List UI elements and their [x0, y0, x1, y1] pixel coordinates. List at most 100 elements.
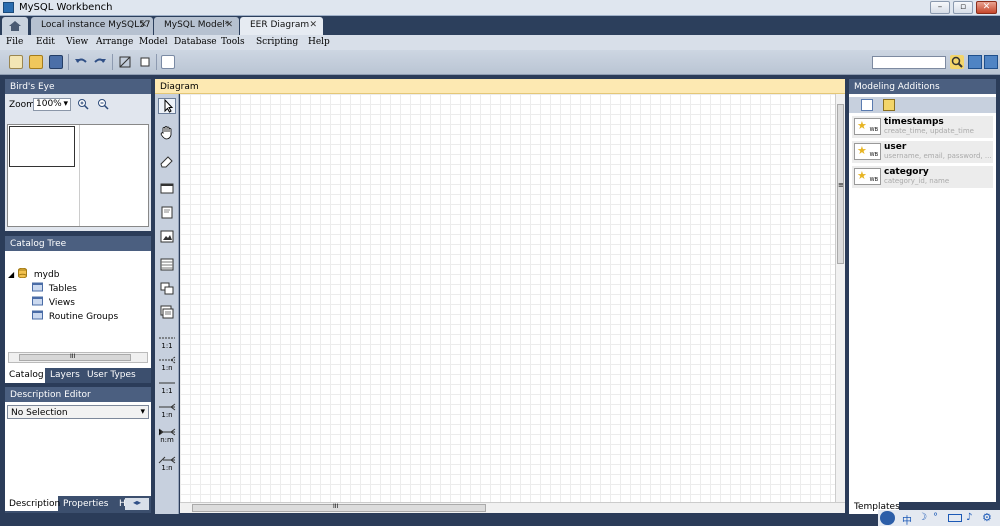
layer-tool-icon[interactable]	[158, 180, 176, 196]
pointer-tool-icon[interactable]	[158, 98, 176, 114]
star-icon: ★ WB	[854, 168, 881, 185]
zoom-select[interactable]: 100% ▾	[33, 98, 71, 111]
view-tool-icon[interactable]	[158, 280, 176, 296]
routines-folder-icon	[32, 310, 43, 320]
description-editor-header: Description Editor	[5, 387, 151, 402]
toggle-sidebar-right-icon[interactable]	[984, 55, 998, 69]
new-document-icon[interactable]	[9, 55, 23, 69]
tab-history[interactable]: H	[115, 496, 126, 511]
catalog-tree-header: Catalog Tree	[5, 236, 151, 251]
close-button[interactable]: ✕	[976, 1, 997, 14]
microphone-icon[interactable]: ♪	[966, 512, 972, 523]
zoom-out-icon[interactable]	[97, 98, 109, 110]
punctuation-icon[interactable]: ☽	[918, 512, 927, 523]
relationship-label: 1:1	[161, 387, 173, 395]
chevron-down-icon: ▾	[63, 99, 68, 109]
toggle-sidebar-left-icon[interactable]	[968, 55, 982, 69]
tree-item-routine-groups[interactable]: Routine Groups	[32, 310, 118, 322]
tab-scroll-arrows-icon[interactable]: ◂▸	[125, 498, 149, 510]
open-folder-icon[interactable]	[29, 55, 43, 69]
menu-file[interactable]: File	[6, 37, 23, 47]
redo-icon[interactable]	[93, 55, 107, 69]
diagram-vertical-scrollbar[interactable]: ≡	[835, 94, 845, 502]
tab-catalog[interactable]: Catalog	[5, 368, 45, 383]
close-icon[interactable]: ✕	[225, 20, 233, 30]
settings-gear-icon[interactable]: ⚙	[982, 511, 992, 524]
snippet-toolbar	[849, 97, 996, 113]
tree-item-mydb[interactable]: ◢ mydb	[8, 268, 59, 280]
chinese-mode-icon[interactable]: 中	[902, 512, 912, 526]
relationship-label: n:m	[160, 436, 174, 444]
save-icon[interactable]	[49, 55, 63, 69]
catalog-horizontal-scrollbar[interactable]: III	[8, 352, 148, 363]
relationship-1-n-icon[interactable]	[158, 356, 176, 364]
input-method-icon[interactable]	[880, 511, 895, 525]
home-tab[interactable]	[2, 17, 28, 35]
toggle-grid-icon[interactable]	[118, 55, 132, 69]
snippet-name: user	[884, 142, 907, 152]
tab-properties[interactable]: Properties	[59, 496, 115, 511]
table-tool-icon[interactable]	[158, 256, 176, 272]
menu-tools[interactable]: Tools	[221, 37, 245, 47]
diagram-horizontal-scrollbar[interactable]: III	[180, 502, 845, 513]
note-tool-icon[interactable]	[158, 204, 176, 220]
hand-tool-icon[interactable]	[158, 124, 176, 140]
image-tool-icon[interactable]	[158, 228, 176, 244]
tab-eer-diagram[interactable]: EER Diagram ✕	[240, 17, 323, 35]
relationship-existing-columns-icon[interactable]	[158, 456, 176, 464]
birdseye-canvas[interactable]	[7, 124, 149, 227]
tab-local-instance[interactable]: Local instance MySQL57 ✕	[31, 17, 153, 35]
snippet-category[interactable]: ★ WB category category_id, name	[852, 166, 993, 188]
tree-item-views[interactable]: Views	[32, 296, 75, 308]
snippet-list-icon[interactable]	[883, 99, 895, 111]
tab-description[interactable]: Description	[5, 496, 60, 511]
tree-item-label: Routine Groups	[48, 312, 119, 322]
tab-layers[interactable]: Layers	[46, 368, 83, 383]
snippet-user[interactable]: ★ WB user username, email, password, ...	[852, 141, 993, 163]
snippet-timestamps[interactable]: ★ WB timestamps create_time, update_time	[852, 116, 993, 138]
menu-arrange[interactable]: Arrange	[96, 37, 133, 47]
undo-icon[interactable]	[74, 55, 88, 69]
tree-item-label: Tables	[48, 284, 77, 294]
menu-model[interactable]: Model	[139, 37, 168, 47]
snippet-description: category_id, name	[884, 177, 950, 185]
minimize-button[interactable]: –	[930, 1, 950, 14]
tree-item-tables[interactable]: Tables	[32, 282, 77, 294]
menu-view[interactable]: View	[66, 37, 88, 47]
close-icon[interactable]: ✕	[139, 20, 147, 30]
relationship-n-m-icon[interactable]	[158, 428, 176, 436]
export-icon[interactable]	[161, 55, 175, 69]
birdseye-header: Bird's Eye	[5, 79, 151, 94]
scrollbar-thumb[interactable]: III	[19, 353, 131, 361]
relationship-1-1-solid-icon[interactable]	[158, 380, 176, 386]
diagram-canvas[interactable]	[180, 94, 835, 502]
scrollbar-thumb[interactable]: III	[192, 503, 486, 512]
relationship-label: 1:1	[161, 342, 173, 350]
menu-edit[interactable]: Edit	[36, 37, 55, 47]
symbol-icon[interactable]: °	[933, 512, 938, 523]
viewport-frame[interactable]	[9, 126, 75, 167]
tree-item-label: Views	[48, 298, 75, 308]
relationship-1-1-icon[interactable]	[158, 335, 176, 341]
eraser-tool-icon[interactable]	[158, 153, 176, 169]
align-grid-icon[interactable]	[138, 55, 152, 69]
object-selector[interactable]: No Selection ▾	[7, 405, 149, 419]
search-icon[interactable]	[950, 55, 964, 69]
description-editor: No Selection ▾	[5, 402, 151, 496]
routine-group-tool-icon[interactable]	[158, 304, 176, 320]
menu-help[interactable]: Help	[308, 37, 330, 47]
menu-scripting[interactable]: Scripting	[256, 37, 298, 47]
keyboard-icon[interactable]	[948, 514, 962, 522]
tab-mysql-model[interactable]: MySQL Model* ✕	[154, 17, 239, 35]
maximize-button[interactable]: ▫	[953, 1, 973, 14]
tab-user-types[interactable]: User Types	[83, 368, 151, 383]
expand-arrow-icon[interactable]: ◢	[8, 270, 14, 279]
relationship-1-n-solid-icon[interactable]	[158, 403, 176, 411]
add-snippet-icon[interactable]	[861, 99, 873, 111]
menu-database[interactable]: Database	[174, 37, 217, 47]
scrollbar-thumb[interactable]: ≡	[837, 104, 844, 264]
close-icon[interactable]: ✕	[309, 20, 317, 30]
modeling-additions-header: Modeling Additions	[849, 79, 996, 94]
search-input[interactable]	[872, 56, 946, 69]
zoom-in-icon[interactable]	[77, 98, 89, 110]
